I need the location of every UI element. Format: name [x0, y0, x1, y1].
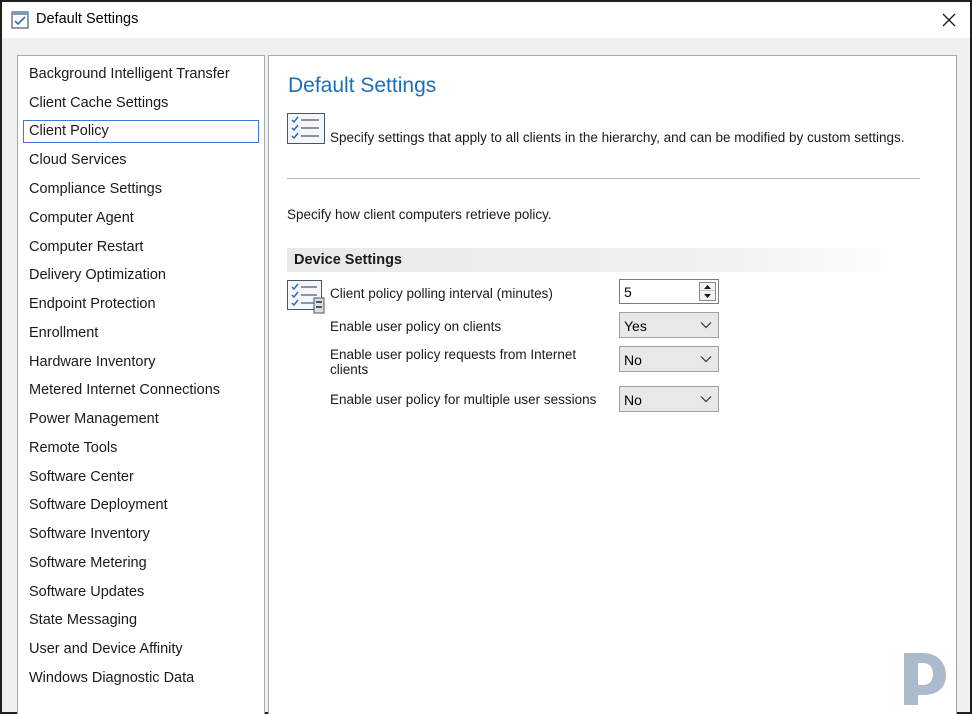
- setting-label-internet-clients: Enable user policy requests from Interne…: [330, 347, 577, 377]
- title-bar: Default Settings: [2, 2, 970, 38]
- nav-item-remote-tools[interactable]: Remote Tools: [23, 437, 259, 460]
- section-header-device-settings: Device Settings: [287, 248, 908, 272]
- watermark-logo-icon: [904, 653, 946, 705]
- page-title: Default Settings: [288, 74, 437, 97]
- nav-item-endpoint-protection[interactable]: Endpoint Protection: [23, 293, 259, 316]
- nav-item-software-metering[interactable]: Software Metering: [23, 552, 259, 575]
- setting-label-multiple-user-sessions: Enable user policy for multiple user ses…: [330, 392, 597, 407]
- nav-item-computer-agent[interactable]: Computer Agent: [23, 207, 259, 230]
- spinner-down-button[interactable]: [700, 292, 715, 300]
- nav-item-computer-restart[interactable]: Computer Restart: [23, 236, 259, 259]
- chevron-down-icon: [700, 322, 712, 329]
- nav-item-software-updates[interactable]: Software Updates: [23, 581, 259, 604]
- nav-item-delivery-optimization[interactable]: Delivery Optimization: [23, 264, 259, 287]
- enable-user-policy-dropdown[interactable]: Yes: [619, 312, 719, 338]
- dropdown-selected-value: No: [624, 352, 642, 368]
- dropdown-selected-value: No: [624, 392, 642, 408]
- nav-item-background-intelligent-transfer[interactable]: Background Intelligent Transfer: [23, 63, 259, 86]
- polling-interval-spinner[interactable]: 5: [619, 279, 719, 304]
- spinner-buttons: [699, 282, 716, 301]
- window-title: Default Settings: [36, 11, 139, 27]
- chevron-down-icon: [700, 356, 712, 363]
- nav-item-software-center[interactable]: Software Center: [23, 466, 259, 489]
- nav-item-client-policy[interactable]: Client Policy: [23, 120, 259, 143]
- close-icon: [942, 13, 956, 27]
- settings-content-panel: Default Settings Specify settings that a…: [268, 55, 957, 714]
- nav-item-user-and-device-affinity[interactable]: User and Device Affinity: [23, 638, 259, 661]
- policy-description: Specify how client computers retrieve po…: [287, 207, 552, 222]
- arrow-up-icon: [704, 284, 711, 289]
- setting-label-enable-user-policy: Enable user policy on clients: [330, 319, 502, 334]
- divider: [287, 178, 920, 179]
- nav-item-client-cache-settings[interactable]: Client Cache Settings: [23, 92, 259, 115]
- close-button[interactable]: [932, 6, 966, 34]
- internet-clients-dropdown[interactable]: No: [619, 346, 719, 372]
- nav-item-enrollment[interactable]: Enrollment: [23, 322, 259, 345]
- nav-item-compliance-settings[interactable]: Compliance Settings: [23, 178, 259, 201]
- setting-label-polling-interval: Client policy polling interval (minutes): [330, 286, 553, 301]
- nav-item-metered-internet-connections[interactable]: Metered Internet Connections: [23, 379, 259, 402]
- nav-item-hardware-inventory[interactable]: Hardware Inventory: [23, 351, 259, 374]
- app-checklist-icon: [11, 11, 29, 29]
- header-description: Specify settings that apply to all clien…: [330, 130, 905, 145]
- nav-item-software-inventory[interactable]: Software Inventory: [23, 523, 259, 546]
- chevron-down-icon: [700, 396, 712, 403]
- multiple-user-sessions-dropdown[interactable]: No: [619, 386, 719, 412]
- nav-item-power-management[interactable]: Power Management: [23, 408, 259, 431]
- checklist-settings-icon: [287, 280, 325, 314]
- checklist-icon: [287, 113, 325, 144]
- settings-category-list: Background Intelligent Transfer Client C…: [17, 55, 265, 714]
- nav-item-state-messaging[interactable]: State Messaging: [23, 609, 259, 632]
- spinner-up-button[interactable]: [700, 283, 715, 291]
- polling-interval-value[interactable]: 5: [624, 284, 632, 300]
- nav-item-windows-diagnostic-data[interactable]: Windows Diagnostic Data: [23, 667, 259, 690]
- nav-item-software-deployment[interactable]: Software Deployment: [23, 494, 259, 517]
- dialog-window: Default Settings Background Intelligent …: [0, 0, 972, 714]
- dropdown-selected-value: Yes: [624, 318, 647, 334]
- arrow-down-icon: [704, 294, 711, 298]
- nav-item-cloud-services[interactable]: Cloud Services: [23, 149, 259, 172]
